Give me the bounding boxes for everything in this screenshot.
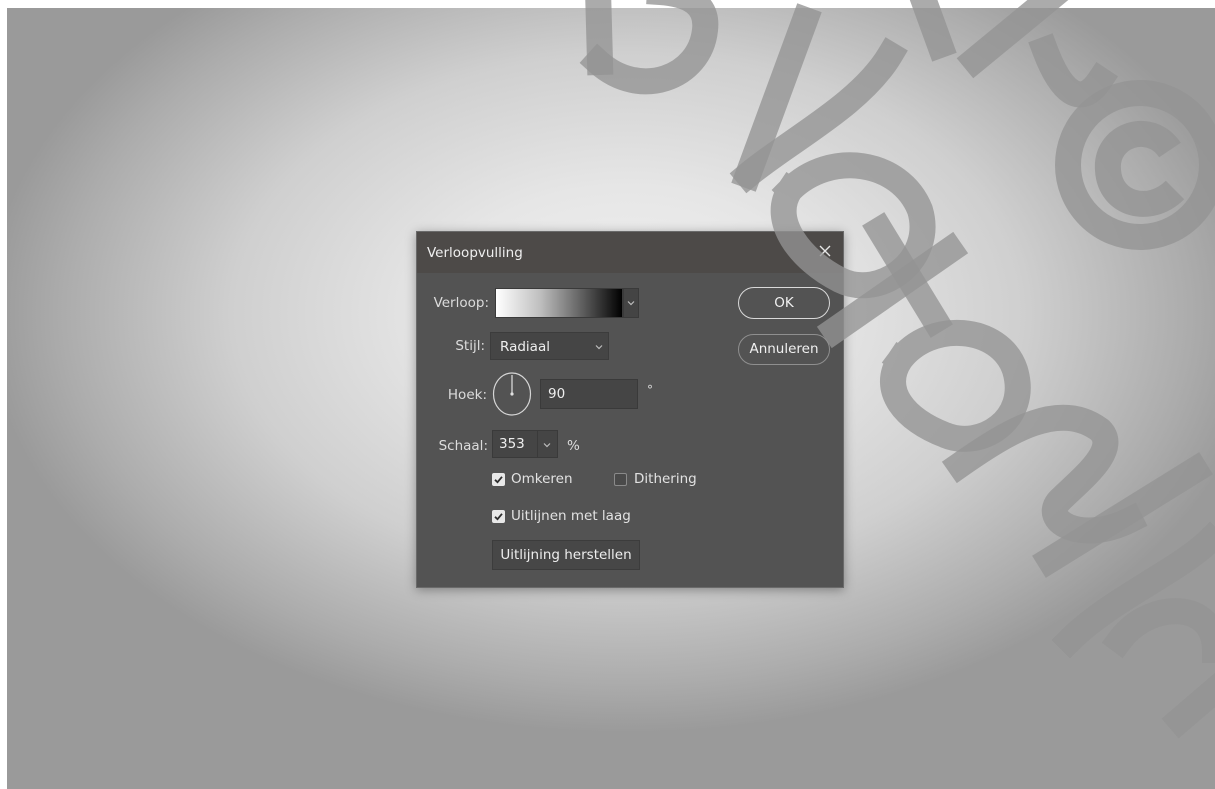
screenshot-frame: Verloopvulling Verloop: Stijl: Radiaal H… — [0, 0, 1215, 789]
scale-unit: % — [567, 438, 580, 454]
gradient-fill-dialog: Verloopvulling Verloop: Stijl: Radiaal H… — [416, 231, 844, 588]
reverse-checkbox[interactable] — [492, 473, 505, 486]
style-label: Stijl: — [455, 338, 485, 354]
angle-input[interactable]: 90 — [540, 379, 638, 409]
angle-dial[interactable] — [492, 370, 532, 416]
close-icon[interactable] — [815, 241, 835, 261]
gradient-dropdown[interactable] — [623, 288, 639, 318]
gradient-preview[interactable] — [495, 288, 623, 318]
cancel-button[interactable]: Annuleren — [738, 334, 830, 365]
angle-unit: ° — [647, 383, 653, 397]
checkmark-icon — [494, 513, 503, 521]
chevron-down-icon — [595, 345, 603, 350]
scale-divider — [537, 431, 538, 457]
checkmark-icon — [494, 476, 503, 484]
style-select[interactable]: Radiaal — [490, 332, 609, 360]
angle-label: Hoek: — [447, 387, 487, 403]
style-select-value: Radiaal — [500, 339, 550, 355]
scale-value: 353 — [499, 436, 525, 452]
angle-value: 90 — [548, 386, 566, 402]
chevron-down-icon — [627, 301, 635, 306]
reset-alignment-button[interactable]: Uitlijning herstellen — [492, 540, 640, 570]
gradient-label: Verloop: — [433, 295, 489, 311]
chevron-down-icon[interactable] — [542, 440, 552, 450]
align-with-layer-label[interactable]: Uitlijnen met laag — [511, 508, 631, 524]
dither-label[interactable]: Dithering — [634, 471, 697, 487]
align-with-layer-checkbox[interactable] — [492, 510, 505, 523]
reverse-label[interactable]: Omkeren — [511, 471, 573, 487]
scale-label: Schaal: — [438, 438, 488, 454]
dialog-titlebar: Verloopvulling — [417, 232, 843, 273]
ok-button[interactable]: OK — [738, 287, 830, 319]
scale-input[interactable]: 353 — [492, 430, 558, 458]
dither-checkbox[interactable] — [614, 473, 627, 486]
dialog-title: Verloopvulling — [427, 245, 523, 261]
